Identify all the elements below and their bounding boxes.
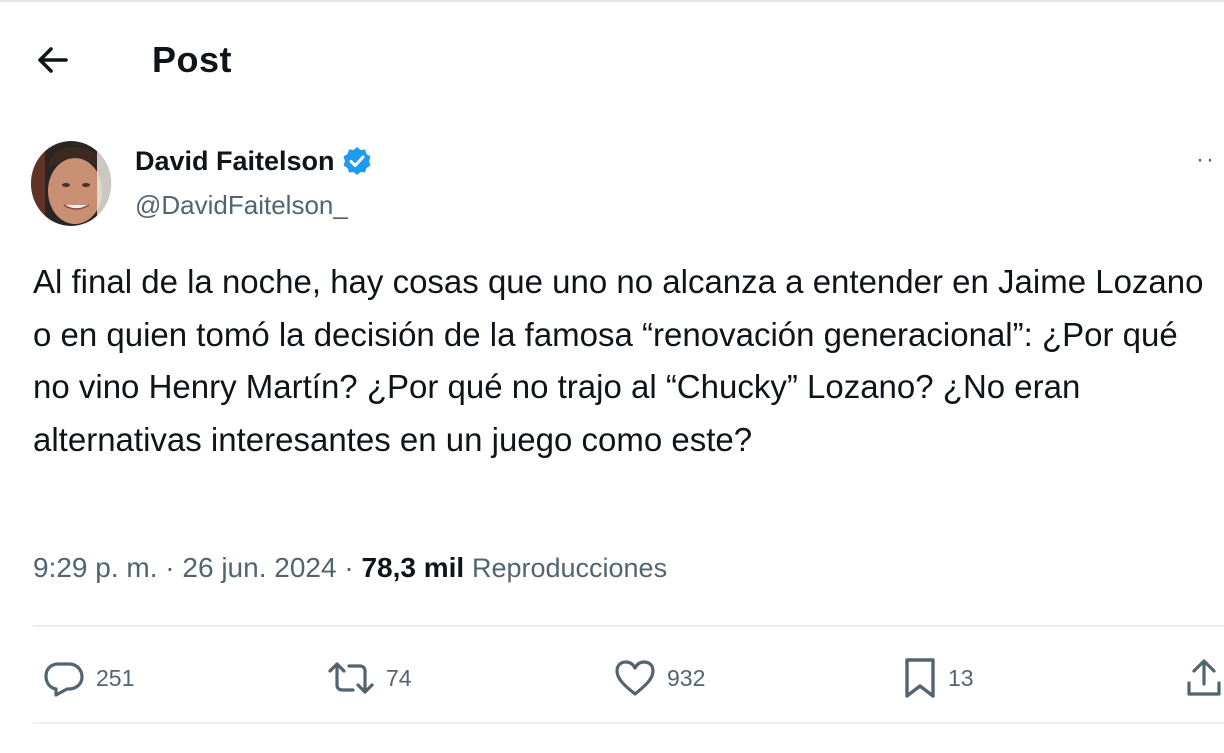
repost-count: 74 bbox=[386, 664, 412, 691]
header: Post bbox=[0, 30, 1224, 90]
post-text: Al final de la noche, hay cosas que uno … bbox=[33, 263, 1204, 458]
more-button[interactable]: ·· bbox=[1196, 148, 1224, 178]
bookmark-button[interactable]: 13 bbox=[902, 650, 974, 706]
post-date[interactable]: 26 jun. 2024 bbox=[182, 552, 336, 583]
avatar[interactable] bbox=[31, 141, 111, 226]
more-icon: ·· bbox=[1196, 146, 1216, 173]
like-button[interactable]: 932 bbox=[613, 650, 705, 706]
verified-badge-icon bbox=[343, 147, 371, 175]
views-count[interactable]: 78,3 mil bbox=[361, 552, 464, 583]
repost-button[interactable]: 74 bbox=[326, 650, 412, 706]
meta-separator: · bbox=[157, 552, 183, 583]
meta-separator: · bbox=[336, 552, 362, 583]
avatar-photo bbox=[31, 141, 111, 226]
action-bar: 251 74 932 13 bbox=[0, 650, 1224, 706]
bookmark-count: 13 bbox=[948, 664, 974, 691]
arrow-left-icon bbox=[38, 47, 68, 73]
divider bbox=[33, 722, 1224, 724]
page-title: Post bbox=[152, 39, 233, 80]
heart-icon bbox=[615, 660, 655, 696]
back-button[interactable] bbox=[30, 40, 74, 80]
views-label[interactable]: Reproducciones bbox=[472, 553, 667, 583]
author-handle[interactable]: @DavidFaitelson_ bbox=[135, 188, 348, 222]
top-border bbox=[0, 0, 1224, 2]
post-meta: 9:29 p. m. · 26 jun. 2024 · 78,3 mil Rep… bbox=[33, 548, 667, 588]
author-name-text: David Faitelson bbox=[135, 146, 335, 176]
share-button[interactable] bbox=[1184, 650, 1224, 706]
bookmark-icon bbox=[905, 658, 935, 698]
reply-icon bbox=[44, 662, 84, 697]
reply-count: 251 bbox=[96, 664, 135, 691]
author-name[interactable]: David Faitelson bbox=[135, 143, 373, 179]
like-count: 932 bbox=[667, 664, 706, 691]
divider bbox=[33, 625, 1224, 627]
post-time[interactable]: 9:29 p. m. bbox=[33, 552, 158, 583]
repost-icon bbox=[328, 662, 374, 694]
reply-button[interactable]: 251 bbox=[42, 650, 134, 706]
share-icon bbox=[1187, 659, 1221, 696]
